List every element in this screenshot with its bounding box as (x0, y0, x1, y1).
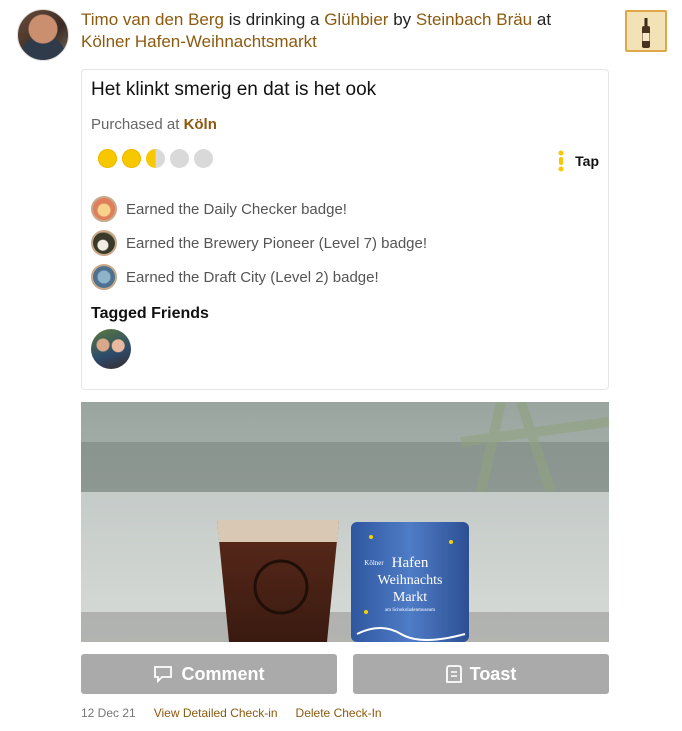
checkin-photo-scene: Hafen Kölner Weihnachts Markt am Schokol… (81, 402, 609, 642)
beer-name-link[interactable]: Glühbier (324, 10, 388, 29)
badge-item[interactable]: Earned the Draft City (Level 2) badge! (91, 260, 427, 294)
badge-text: Earned the Brewery Pioneer (Level 7) bad… (126, 234, 428, 252)
serving-type-label: Tap (575, 153, 599, 169)
delete-checkin-link[interactable]: Delete Check-In (296, 706, 382, 720)
purchased-at: Purchased at Köln (91, 116, 217, 133)
mug-text-koelner: Kölner (364, 559, 384, 567)
comment-button[interactable]: Comment (81, 654, 337, 694)
toast-button[interactable]: Toast (353, 654, 609, 694)
checkin-comment: Het klinkt smerig en dat is het ook (91, 79, 377, 100)
by-text: by (393, 10, 412, 29)
brewery-name-link[interactable]: Steinbach Bräu (416, 10, 532, 29)
user-name-link[interactable]: Timo van den Berg (81, 10, 224, 29)
tagged-friends-title: Tagged Friends (91, 305, 209, 322)
venue-name-link[interactable]: Kölner Hafen-Weihnachtsmarkt (81, 32, 317, 51)
comment-icon (154, 666, 173, 683)
rating-cap-icon (146, 149, 165, 168)
rating-caps (98, 149, 213, 169)
toast-icon (445, 665, 462, 683)
mug-text-subtitle: am Schokoladenmuseum (385, 608, 435, 613)
draft-city-badge-icon (91, 264, 117, 290)
bottle-icon (642, 18, 650, 48)
view-detailed-checkin-link[interactable]: View Detailed Check-in (154, 706, 278, 720)
serving-type: Tap (557, 150, 599, 172)
brewery-pioneer-badge-icon (91, 230, 117, 256)
beer-label-thumbnail[interactable] (625, 10, 667, 52)
comment-button-label: Comment (181, 663, 265, 684)
checkin-headline: Timo van den Berg is drinking a Glühbier… (81, 9, 601, 53)
checkin-date: 12 Dec 21 (81, 706, 136, 720)
drinking-text: is drinking a (228, 10, 320, 29)
rating-cap-icon (98, 149, 117, 168)
daily-checker-badge-icon (91, 196, 117, 222)
toast-button-label: Toast (469, 663, 517, 684)
purchased-prefix: Purchased at (91, 116, 180, 133)
badge-text: Earned the Daily Checker badge! (126, 200, 347, 218)
badge-item[interactable]: Earned the Daily Checker badge! (91, 192, 427, 226)
purchased-location-link[interactable]: Köln (184, 116, 217, 133)
mug-text-hafen: Hafen (392, 555, 429, 571)
rating-cap-icon (122, 149, 141, 168)
badge-item[interactable]: Earned the Brewery Pioneer (Level 7) bad… (91, 226, 427, 260)
checkin-footer: 12 Dec 21 View Detailed Check-in Delete … (81, 706, 382, 720)
badge-list: Earned the Daily Checker badge! Earned t… (91, 192, 427, 294)
mug-text-weihnachts: Weihnachts (378, 573, 443, 588)
checkin-photo[interactable]: Hafen Kölner Weihnachts Markt am Schokol… (81, 402, 609, 642)
checkin-card: Het klinkt smerig en dat is het ook Purc… (81, 69, 609, 390)
rating-cap-icon (170, 149, 189, 168)
tap-icon (558, 150, 564, 172)
at-text: at (536, 10, 552, 29)
tagged-friend-avatar[interactable] (91, 329, 131, 369)
rating-cap-icon (194, 149, 213, 168)
badge-text: Earned the Draft City (Level 2) badge! (126, 268, 379, 286)
mug-text-markt: Markt (393, 590, 427, 605)
user-avatar[interactable] (17, 9, 69, 61)
